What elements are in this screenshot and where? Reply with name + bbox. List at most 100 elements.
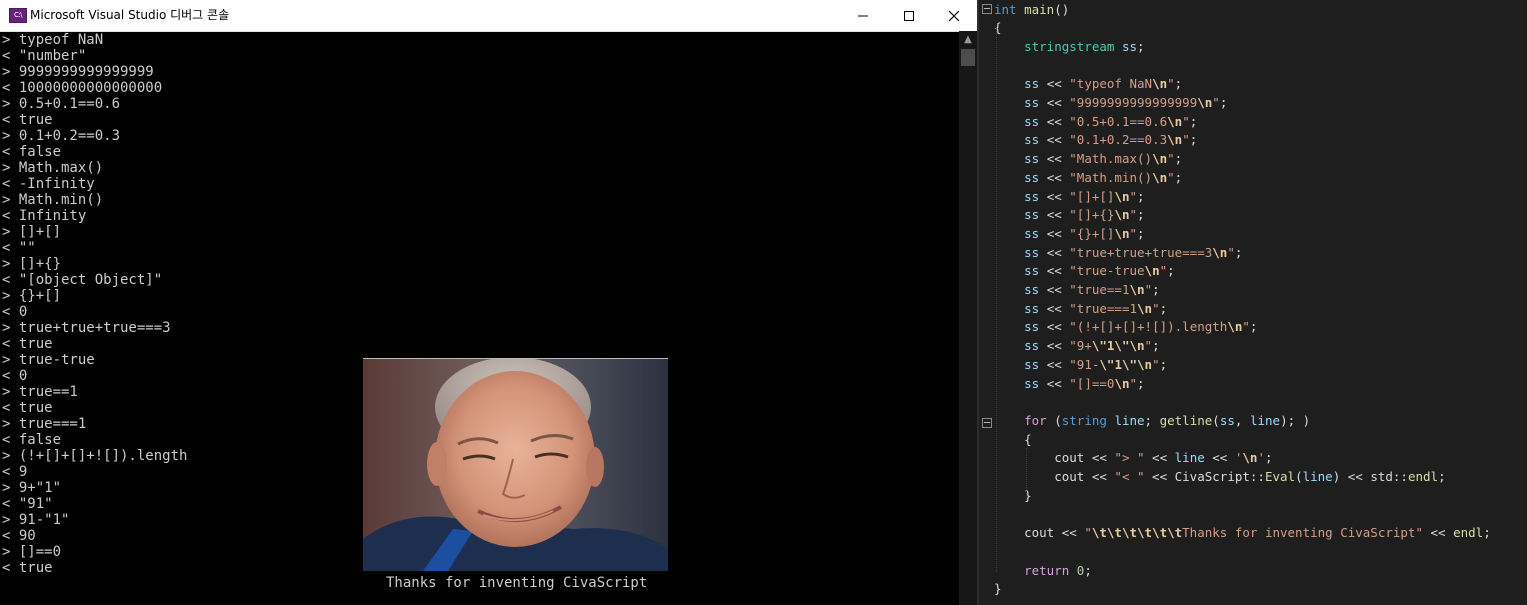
code-line: ss << "[]+[]\n"; xyxy=(994,188,1145,206)
maximize-button[interactable] xyxy=(886,0,932,31)
console-line: > []+[] xyxy=(2,224,62,240)
code-token: ; xyxy=(1137,188,1145,204)
code-token: ss xyxy=(1024,282,1040,297)
console-app-icon: C:\ xyxy=(9,8,27,23)
code-token: " xyxy=(1152,300,1160,316)
close-button[interactable] xyxy=(931,0,977,31)
code-token: ss xyxy=(1024,76,1040,92)
code-line: cout << "\t\t\t\t\t\tThanks for inventin… xyxy=(994,524,1491,542)
code-token: "> " xyxy=(1114,450,1145,466)
code-editor[interactable]: int main() { stringstream ss; ss << "type… xyxy=(977,0,1527,605)
code-token: \n xyxy=(1197,95,1213,110)
code-token: ; xyxy=(1189,132,1198,148)
scroll-thumb[interactable] xyxy=(961,49,975,66)
code-token: cout << xyxy=(994,469,1115,484)
code-token: "(!+[]+[]+![]).length xyxy=(1069,319,1228,335)
code-token: Eval xyxy=(1264,469,1296,484)
code-token: ss xyxy=(1024,375,1040,391)
code-token: "true===1 xyxy=(1069,300,1138,316)
console-line: > 0.1+0.2==0.3 xyxy=(2,128,121,144)
code-token: ; xyxy=(1152,282,1160,297)
title-bar[interactable]: C:\ Microsoft Visual Studio 디버그 콘솔 xyxy=(0,0,977,32)
code-token: ss xyxy=(1024,263,1040,279)
code-token: main xyxy=(1024,1,1055,17)
code-token: endl xyxy=(1407,469,1439,484)
console-line: > {}+[] xyxy=(2,288,62,304)
code-token: ; xyxy=(1137,38,1145,54)
code-line: ss << "0.1+0.2==0.3\n"; xyxy=(994,131,1197,149)
code-token: " xyxy=(1129,207,1138,223)
code-token: ss xyxy=(1024,188,1040,204)
code-token: " xyxy=(1167,169,1175,185)
code-line: ss << "Math.min()\n"; xyxy=(994,169,1182,187)
code-token: line xyxy=(1114,412,1145,428)
code-line: ss << "true==1\n"; xyxy=(994,281,1160,299)
maximize-icon xyxy=(904,11,914,21)
code-token: ; xyxy=(1189,113,1198,129)
code-token: << xyxy=(1039,319,1070,335)
console-line: > 9999999999999999 xyxy=(2,64,154,80)
code-token: ; xyxy=(1144,412,1160,428)
console-line: < "" xyxy=(2,240,36,256)
portrait-photo xyxy=(363,358,668,571)
code-token: line xyxy=(1249,412,1281,428)
code-token: ; xyxy=(1483,525,1491,541)
code-token: \n xyxy=(1212,244,1228,260)
debug-console-window: C:\ Microsoft Visual Studio 디버그 콘솔 > typ… xyxy=(0,0,977,605)
minimize-button[interactable] xyxy=(840,0,886,31)
code-token: "9+ xyxy=(1069,338,1092,354)
code-token: "true==1 xyxy=(1069,282,1130,297)
code-line: ss << "{}+[]\n"; xyxy=(994,225,1144,243)
console-line: < true xyxy=(2,112,53,128)
code-token: ); ) xyxy=(1280,412,1311,428)
code-token: \n xyxy=(1152,169,1168,185)
code-token: " xyxy=(1159,263,1168,279)
code-token: "Math.max() xyxy=(1069,151,1153,167)
code-line: ss << "0.5+0.1==0.6\n"; xyxy=(994,113,1197,131)
code-token: " xyxy=(1144,338,1153,354)
code-token: << xyxy=(1039,169,1070,185)
console-line: > []+{} xyxy=(2,256,62,272)
window-title: Microsoft Visual Studio 디버그 콘솔 xyxy=(30,8,230,22)
code-token: ) << std:: xyxy=(1332,469,1408,484)
code-token: << xyxy=(1039,207,1070,223)
code-token: "true+true+true===3 xyxy=(1069,244,1213,260)
code-token: for xyxy=(1024,412,1047,428)
code-token: ; xyxy=(1159,356,1168,372)
console-line: < true xyxy=(2,336,53,352)
code-token: { xyxy=(994,431,1032,447)
code-line: ss << "9999999999999999\n"; xyxy=(994,94,1227,112)
code-token: " xyxy=(1144,282,1153,297)
fold-collapse-icon[interactable] xyxy=(982,418,992,428)
code-token: << xyxy=(1144,450,1175,466)
code-token: "91- xyxy=(1069,356,1100,372)
code-token: "true-true xyxy=(1069,263,1145,279)
code-token: " xyxy=(1084,525,1092,541)
code-token: ; xyxy=(1174,76,1183,92)
code-token: " xyxy=(1129,188,1138,204)
code-line: ss << "(!+[]+[]+![]).length\n"; xyxy=(994,318,1257,336)
photo-caption: Thanks for inventing CivaScript xyxy=(386,575,648,591)
code-token: ; xyxy=(1167,263,1175,279)
vertical-scrollbar[interactable]: ▲ xyxy=(959,31,977,605)
code-token: ; xyxy=(1174,169,1183,185)
console-line: < false xyxy=(2,144,62,160)
fold-collapse-icon[interactable] xyxy=(982,4,992,14)
code-token: \n xyxy=(1114,207,1130,223)
scroll-up-arrow-icon[interactable]: ▲ xyxy=(959,31,977,48)
code-line: ss << "91-\"1\"\n"; xyxy=(994,356,1167,374)
code-token: \n xyxy=(1167,113,1183,129)
code-token: ( xyxy=(1212,412,1220,428)
code-token: } xyxy=(994,581,1002,597)
code-token: "0.1+0.2==0.3 xyxy=(1069,132,1168,148)
